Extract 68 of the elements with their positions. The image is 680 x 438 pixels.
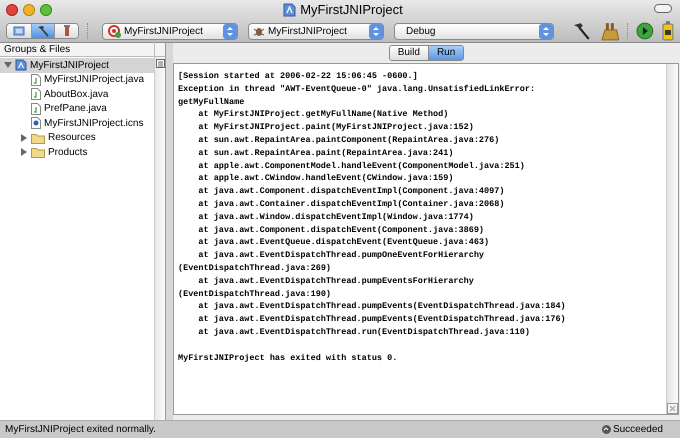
console-line: at java.awt.Container.dispatchEventImpl(Container.java:2068) xyxy=(197,198,504,211)
project-icon xyxy=(283,3,296,17)
hammer-icon xyxy=(36,25,50,37)
console-line: getMyFullName xyxy=(178,96,244,108)
tab[interactable]: Run xyxy=(428,46,464,60)
battery-icon[interactable] xyxy=(662,21,674,41)
tree-item[interactable]: Resources xyxy=(0,130,154,145)
tree-item[interactable]: MyFirstJNIProject.java xyxy=(0,72,154,87)
console-line: at sun.awt.RepaintArea.paintComponent(RepaintArea.java:276) xyxy=(197,134,500,147)
status-message: MyFirstJNIProject exited normally. xyxy=(5,423,157,437)
bug-icon xyxy=(253,25,265,37)
console-line: Exception in thread "AWT-EventQueue-0" java.lang.UnsatisfiedLinkError: xyxy=(178,82,536,96)
console-line: at java.awt.EventDispatchThread.pumpEventsForHierarchy xyxy=(197,274,474,288)
popup-button[interactable]: MyFirstJNIProject xyxy=(102,22,238,40)
stepper-icon xyxy=(223,24,237,38)
console-line: at java.awt.EventDispatchThread.pumpEvents(EventDispatchThread.java:184) xyxy=(197,300,566,314)
console-line: at apple.awt.ComponentModel.handleEvent(ComponentModel.java:251) xyxy=(197,160,525,172)
console-line: at java.awt.EventDispatchThread.run(EventDispatchThread.java:110) xyxy=(197,326,530,339)
clear-icon[interactable] xyxy=(667,403,678,414)
project-icon xyxy=(15,59,27,72)
broom-icon[interactable] xyxy=(600,21,620,41)
console-line: at java.awt.Component.dispatchEvent(Component.java:3869) xyxy=(197,224,484,236)
paint-tube-icon xyxy=(62,25,72,37)
column-options-icon[interactable] xyxy=(156,59,165,68)
console-line: (EventDispatchThread.java:269) xyxy=(178,262,332,275)
console-line: MyFirstJNIProject has exited with status 0. xyxy=(178,352,398,364)
java-file-icon xyxy=(31,102,41,115)
minimize-button[interactable] xyxy=(23,4,35,16)
tree-item[interactable]: MyFirstJNIProject xyxy=(0,58,154,72)
tab[interactable]: Build xyxy=(390,46,428,60)
popup-button[interactable]: Debug xyxy=(394,22,554,40)
console-line: at java.awt.EventDispatchThread.pumpEvents(EventDispatchThread.java:176) xyxy=(197,313,566,326)
tree-item[interactable]: MyFirstJNIProject.icns xyxy=(0,116,154,130)
console-line: [Session started at 2006-02-22 15:06:45 -0600.] xyxy=(178,70,418,83)
view-mode-button[interactable] xyxy=(30,24,54,38)
stepper-icon xyxy=(539,24,553,38)
console-line: at java.awt.Component.dispatchEventImpl(Component.java:4097) xyxy=(197,185,504,198)
console-line: at MyFirstJNIProject.getMyFullName(Native Method) xyxy=(197,108,448,122)
console-line: at java.awt.EventQueue.dispatchEvent(EventQueue.java:463) xyxy=(197,236,490,250)
disclosure-triangle-icon[interactable] xyxy=(4,61,12,70)
view-mode-control[interactable] xyxy=(6,23,79,39)
console-line: at java.awt.EventDispatchThread.pumpOneEventForHierarchy xyxy=(197,249,484,262)
console-line: (EventDispatchThread.java:190) xyxy=(178,288,332,300)
view-mode-button[interactable] xyxy=(7,24,31,38)
stepper-icon xyxy=(369,24,383,38)
java-file-icon xyxy=(31,74,41,86)
console-line: at apple.awt.CWindow.handleEvent(CWindow.java:159) xyxy=(197,172,454,186)
tree-item[interactable]: Products xyxy=(0,145,154,160)
zoom-button[interactable] xyxy=(40,4,52,16)
run-icon[interactable] xyxy=(636,22,654,40)
image-file-icon xyxy=(31,117,41,130)
popup-button[interactable]: MyFirstJNIProject xyxy=(248,22,384,40)
close-button[interactable] xyxy=(6,4,18,16)
java-file-icon xyxy=(31,88,41,100)
console-line: at java.awt.Window.dispatchEventImpl(Window.java:1774) xyxy=(197,210,474,224)
console-line: at sun.awt.RepaintArea.paint(RepaintArea.java:241) xyxy=(197,146,454,160)
tree-item[interactable]: AboutBox.java xyxy=(0,87,154,102)
build-result: Succeeded xyxy=(612,423,663,437)
status-icon xyxy=(602,425,611,434)
target-icon xyxy=(107,24,121,38)
toolbar-toggle-button[interactable] xyxy=(654,4,672,13)
window-title: MyFirstJNIProject xyxy=(300,1,403,20)
tree-item[interactable]: PrefPane.java xyxy=(0,102,154,116)
folder-icon xyxy=(31,146,45,158)
folder-icon xyxy=(31,132,45,144)
page-icon xyxy=(12,26,25,36)
view-mode-button[interactable] xyxy=(54,24,78,38)
console-line: at MyFirstJNIProject.paint(MyFirstJNIProject.java:152) xyxy=(197,121,474,134)
